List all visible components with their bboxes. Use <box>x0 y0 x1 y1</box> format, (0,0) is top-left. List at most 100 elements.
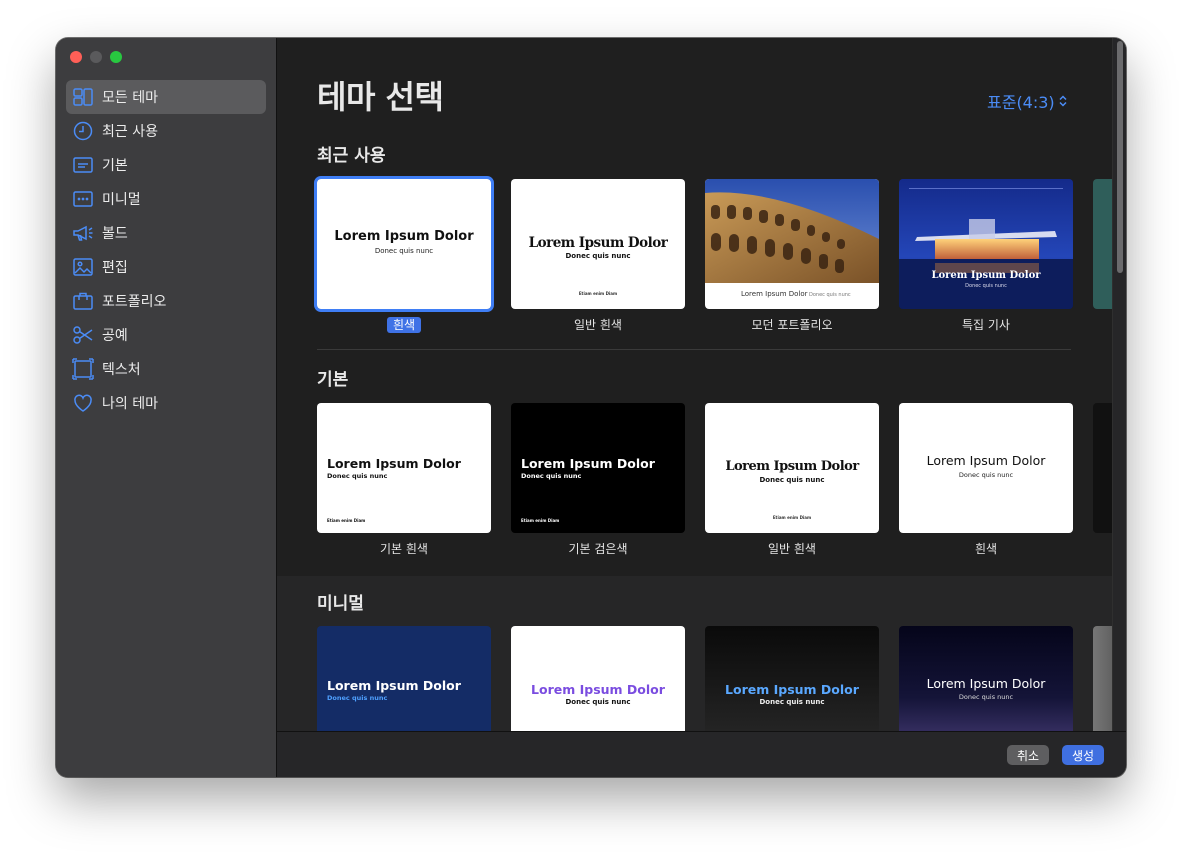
vertical-scrollbar[interactable] <box>1112 38 1126 731</box>
theme-thumbnail-white[interactable]: Lorem Ipsum Dolor Donec quis nunc <box>314 176 494 312</box>
sidebar-item-label: 모든 테마 <box>102 90 158 106</box>
thumbnail-subtitle: Donec quis nunc <box>521 472 582 480</box>
thumbnail-title: Lorem Ipsum Dolor <box>521 456 655 471</box>
thumbnail-title: Lorem Ipsum Dolor <box>926 453 1046 468</box>
thumbnail-title: Lorem Ipsum Dolor <box>327 678 461 693</box>
sidebar-item-texture[interactable]: 텍스처 <box>66 352 266 386</box>
clock-icon <box>73 121 93 141</box>
sidebar-item-all-themes[interactable]: 모든 테마 <box>66 80 266 114</box>
zoom-window-button[interactable] <box>110 51 122 63</box>
sidebar-item-minimal[interactable]: 미니멀 <box>66 182 266 216</box>
thumbnail-subtitle: Donec quis nunc <box>327 472 388 480</box>
thumbnail-subtitle: Donec quis nunc <box>958 693 1014 701</box>
megaphone-icon <box>73 225 93 241</box>
opera-house-photo <box>899 179 1073 309</box>
thumbnail-subtitle: Donec quis nunc <box>327 694 388 702</box>
theme-gallery: 테마 선택 표준(4:3) 최근 사용 Lorem Ipsum Dolor Do… <box>277 38 1126 731</box>
sidebar-item-label: 포트폴리오 <box>102 294 167 310</box>
theme-caption: 기본 검은색 <box>568 542 628 556</box>
section-title-recent: 최근 사용 <box>317 146 386 166</box>
sidebar-item-craft[interactable]: 공예 <box>66 318 266 352</box>
sidebar-item-my-themes[interactable]: 나의 테마 <box>66 386 266 420</box>
sidebar-item-label: 공예 <box>102 328 128 344</box>
thumbnail-footer: Etiam enim Diam <box>521 518 560 523</box>
theme-thumbnail-minimal-gradient-black[interactable]: Lorem Ipsum Dolor Donec quis nunc <box>705 626 879 731</box>
thumbnail-title: Lorem Ipsum Dolor <box>334 229 474 244</box>
theme-caption-label: 흰색 <box>386 317 422 333</box>
theme-caption: 특집 기사 <box>962 318 1010 332</box>
scrollbar-thumb[interactable] <box>1117 41 1123 273</box>
slide-size-label: 표준(4:3) <box>987 93 1055 112</box>
sidebar-item-portfolio[interactable]: 포트폴리오 <box>66 284 266 318</box>
thumbnail-footer: Etiam enim Diam <box>578 291 618 296</box>
theme-thumbnail-white-2[interactable]: Lorem Ipsum Dolor Donec quis nunc <box>899 403 1073 533</box>
theme-thumbnail-minimal-night[interactable]: Lorem Ipsum Dolor Donec quis nunc <box>899 626 1073 731</box>
section-title-basic: 기본 <box>317 370 349 390</box>
sidebar-item-label: 미니멀 <box>102 192 141 208</box>
thumbnail-subtitle: Donec quis nunc <box>565 252 631 260</box>
thumbnail-title: Lorem Ipsum Dolor <box>926 676 1046 691</box>
theme-thumbnail-plain-white-2[interactable]: Lorem Ipsum Dolor Donec quis nunc Etiam … <box>705 403 879 533</box>
theme-thumbnail-modern-portfolio[interactable]: Lorem Ipsum Dolor Donec quis nunc <box>705 179 879 309</box>
thumbnail-subtitle: Donec quis nunc <box>565 698 631 706</box>
thumbnail-title: Lorem Ipsum Dolor <box>931 270 1041 281</box>
sidebar: 모든 테마 최근 사용 기본 미니멀 볼드 편집 포트폴리오 공예 텍스처 나의… <box>56 38 277 777</box>
sidebar-item-basic[interactable]: 기본 <box>66 148 266 182</box>
sidebar-item-label: 텍스처 <box>102 362 141 378</box>
slide-size-popup[interactable]: 표준(4:3) <box>987 89 1068 113</box>
window-controls <box>70 51 122 63</box>
sidebar-item-label: 기본 <box>102 158 128 174</box>
theme-caption: 모던 포트폴리오 <box>751 318 833 332</box>
thumbnail-title: Lorem Ipsum Dolor <box>725 682 859 697</box>
cancel-button[interactable]: 취소 <box>1007 745 1050 765</box>
theme-thumbnail-basic-white[interactable]: Lorem Ipsum Dolor Donec quis nunc Etiam … <box>317 403 491 533</box>
all-themes-icon <box>73 88 93 106</box>
theme-caption: 흰색 <box>317 316 491 333</box>
minimize-window-button[interactable] <box>90 51 102 63</box>
create-button[interactable]: 생성 <box>1062 745 1105 765</box>
sidebar-item-editorial[interactable]: 편집 <box>66 250 266 284</box>
theme-thumbnail-basic-black[interactable]: Lorem Ipsum Dolor Donec quis nunc Etiam … <box>511 403 685 533</box>
sidebar-item-label: 볼드 <box>102 226 128 242</box>
theme-caption: 기본 흰색 <box>380 542 428 556</box>
thumbnail-subtitle: Donec quis nunc <box>374 247 434 255</box>
thumbnail-title: Lorem Ipsum Dolor <box>741 290 808 298</box>
chevron-up-down-icon <box>1059 95 1067 107</box>
sidebar-item-recent[interactable]: 최근 사용 <box>66 114 266 148</box>
thumbnail-subtitle: Donec quis nunc <box>958 471 1014 479</box>
theme-caption: 일반 흰색 <box>768 542 816 556</box>
thumbnail-subtitle: Donec quis nunc <box>965 283 1007 289</box>
sidebar-item-label: 편집 <box>102 260 128 276</box>
basic-icon <box>73 157 93 173</box>
photo-icon <box>73 258 93 276</box>
theme-thumbnail-feature-article[interactable]: Lorem Ipsum Dolor Donec quis nunc <box>899 179 1073 309</box>
section-divider <box>317 349 1071 350</box>
thumbnail-subtitle: Donec quis nunc <box>759 698 825 706</box>
sidebar-item-bold[interactable]: 볼드 <box>66 216 266 250</box>
colosseum-photo <box>705 179 879 283</box>
briefcase-icon <box>73 292 93 310</box>
theme-thumbnail-minimal-gradient-white[interactable]: Lorem Ipsum Dolor Donec quis nunc <box>511 626 685 731</box>
theme-thumbnail-minimal-navy[interactable]: Lorem Ipsum Dolor Donec quis nunc <box>317 626 491 731</box>
thumbnail-subtitle: Donec quis nunc <box>759 476 825 484</box>
heart-icon <box>74 394 92 412</box>
texture-icon <box>72 358 94 380</box>
page-title: 테마 선택 <box>317 78 444 116</box>
sidebar-list: 모든 테마 최근 사용 기본 미니멀 볼드 편집 포트폴리오 공예 텍스처 나의… <box>66 80 266 420</box>
thumbnail-title: Lorem Ipsum Dolor <box>528 235 668 251</box>
close-window-button[interactable] <box>70 51 82 63</box>
sidebar-item-label: 나의 테마 <box>102 396 158 412</box>
theme-chooser-window: 모든 테마 최근 사용 기본 미니멀 볼드 편집 포트폴리오 공예 텍스처 나의… <box>56 38 1126 777</box>
thumbnail-footer: Etiam enim Diam <box>772 515 812 520</box>
thumbnail-subtitle: Donec quis nunc <box>809 292 851 298</box>
theme-caption: 일반 흰색 <box>574 318 622 332</box>
theme-caption: 흰색 <box>974 542 998 556</box>
dialog-footer: 취소 생성 <box>277 731 1126 777</box>
thumbnail-title: Lorem Ipsum Dolor <box>531 682 665 697</box>
sidebar-item-label: 최근 사용 <box>102 124 158 140</box>
scissors-icon <box>73 326 93 344</box>
section-title-minimal: 미니멀 <box>317 594 364 614</box>
minimal-icon <box>73 191 93 207</box>
thumbnail-footer: Etiam enim Diam <box>327 518 366 523</box>
theme-thumbnail-plain-white[interactable]: Lorem Ipsum Dolor Donec quis nunc Etiam … <box>511 179 685 309</box>
